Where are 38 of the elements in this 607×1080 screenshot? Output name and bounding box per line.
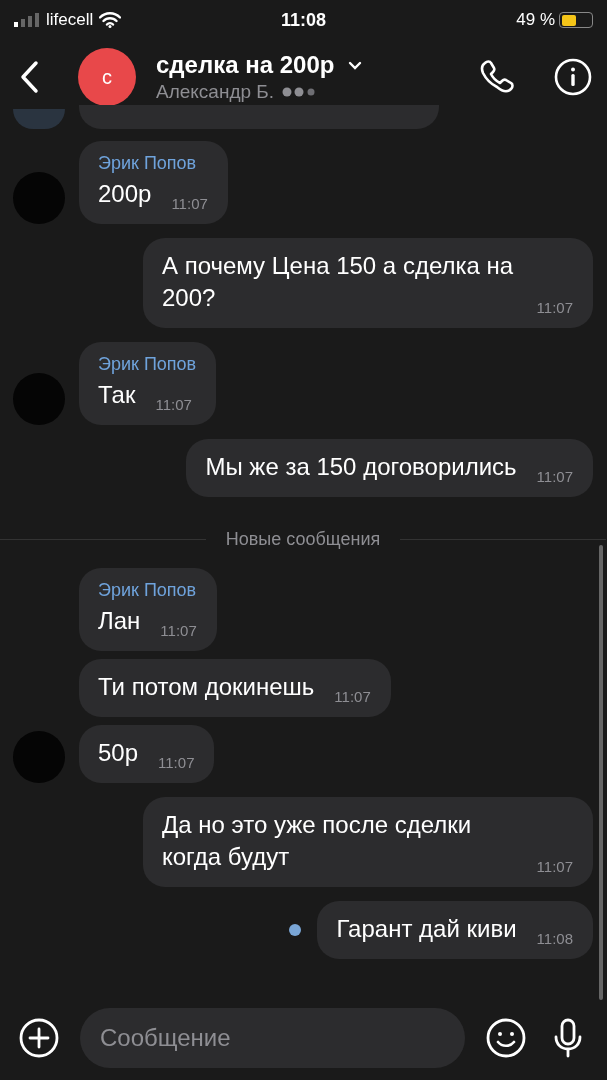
message-text: Лан [98,606,141,636]
message-text: Да но это уже после сделки когда будут [162,810,473,872]
chat-avatar[interactable]: с [78,48,136,106]
signal-icon [14,13,40,27]
sender-name: Эрик Попов [98,354,197,375]
clock: 11:08 [280,9,326,30]
message-time: 11:07 [536,298,573,318]
message-time: 11:07 [160,621,197,641]
message-time: 11:07 [158,753,195,773]
avatar [13,109,65,129]
add-icon[interactable] [18,1017,60,1059]
typing-dots-icon [282,87,317,97]
sender-name: Эрик Попов [98,153,198,174]
emoji-icon[interactable] [485,1017,527,1059]
message-time: 11:08 [536,929,573,949]
message-text: Так [98,380,136,410]
message-text: А почему Цена 150 а сделка на 200? [162,251,515,313]
chat-title[interactable]: сделка на 200р [156,51,335,79]
carrier-name: lifecell [46,10,94,30]
message-time: 11:07 [536,467,573,487]
message-time: 11:07 [334,687,371,707]
message-time: 11:07 [155,395,192,415]
message-time: 11:07 [171,194,208,214]
message-text: 50р [98,738,139,768]
battery-percent: 49 % [516,10,555,30]
chevron-down-icon[interactable] [348,60,363,70]
message-input[interactable]: Сообщение [80,1008,465,1068]
message-time: 11:07 [536,857,573,877]
wifi-icon [99,12,122,28]
info-icon[interactable] [553,57,593,97]
battery-icon [559,12,593,28]
new-messages-divider: Новые сообщения [225,529,381,550]
message-text: Мы же за 150 договорились [205,452,517,482]
sender-name: Эрик Попов [98,580,197,601]
message-text: 200р [98,179,152,209]
message-text: Ти потом докинешь [98,672,315,702]
message-text: Гарант дай киви [336,914,517,944]
chat-subtitle: Александр Б. [156,81,275,103]
